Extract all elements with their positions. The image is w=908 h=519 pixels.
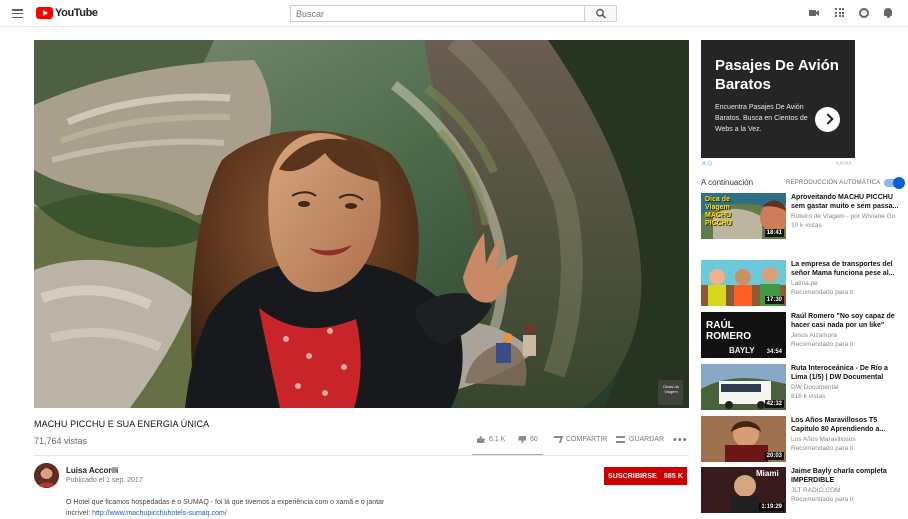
view-count: 71,764 vistas: [34, 436, 88, 446]
subscribe-button[interactable]: SUSCRIBIRSE 585 K: [604, 467, 687, 485]
recommended-meta: Recomendado para ti: [791, 341, 854, 348]
like-button[interactable]: 6.1 K: [477, 436, 505, 443]
duration-badge: 34:54: [764, 348, 784, 356]
recommended-thumbnail[interactable]: 20:03: [701, 416, 786, 462]
search-input[interactable]: [290, 5, 585, 22]
duration-badge: 20:03: [764, 452, 784, 460]
recommended-meta: Recomendado para ti: [791, 445, 854, 452]
autoplay-toggle[interactable]: [884, 177, 905, 189]
recommended-meta: Recomendado para ti: [791, 496, 854, 503]
ad-title: Pasajes De Avión Baratos: [715, 57, 839, 93]
duration-badge: 17:30: [764, 296, 784, 304]
dislike-count: 60: [530, 436, 538, 443]
subscribe-label: SUSCRIBIRSE: [607, 472, 657, 480]
upload-video-icon[interactable]: [809, 8, 819, 18]
thumbnail-caption: Dica de Viagem MACHU PICCHU: [705, 196, 732, 227]
recommended-thumbnail[interactable]: RAÚL ROMERO BAYLY 34:54: [701, 312, 786, 358]
youtube-logo[interactable]: YouTube: [36, 7, 98, 19]
duration-badge: 42:32: [764, 400, 784, 408]
more-options-icon[interactable]: •••: [673, 434, 688, 446]
adchoices-icon[interactable]: ✕⊙: [701, 160, 713, 168]
recommended-channel: DW Documental: [791, 384, 839, 391]
recommended-channel: Jesus Alzamora: [791, 332, 837, 339]
channel-avatar[interactable]: [34, 463, 59, 488]
logo-text: YouTube: [55, 7, 98, 19]
ad-text: Encuentra Pasajes De Avión Baratos. Busc…: [715, 104, 808, 133]
like-count: 6.1 K: [489, 436, 506, 443]
recommended-channel: Los Años Maravillosos: [791, 436, 856, 443]
share-label: COMPARTIR: [566, 436, 608, 443]
recommended-channel: JLT RADIO.COM: [791, 487, 841, 494]
recommended-video-5[interactable]: 20:03 Los Años Maravillosos T5 Capítulo …: [701, 416, 901, 462]
subscriber-count: 585 K: [663, 472, 684, 480]
thumbnail-subcaption: BAYLY: [729, 346, 755, 355]
thumbnail-caption: Miami: [756, 469, 779, 478]
recommended-video-6[interactable]: Miami 1:19:29 Jaime Bayly charla complet…: [701, 467, 901, 513]
recommended-video-3[interactable]: RAÚL ROMERO BAYLY 34:54 Raúl Romero "No …: [701, 312, 901, 358]
search-button[interactable]: [584, 5, 617, 22]
recommended-title[interactable]: Aproveitando MACHU PICCHU sem gastar mui…: [791, 193, 903, 211]
recommended-video-2[interactable]: 17:30 La empresa de transportes del seño…: [701, 260, 901, 306]
thumb-down-icon: [518, 436, 526, 443]
search-icon: [596, 8, 607, 19]
apps-grid-icon[interactable]: [835, 8, 844, 17]
recommended-title[interactable]: Ruta Interoceánica - De Río a Lima (1/5)…: [791, 364, 903, 382]
recommended-channel: Roteiro de Viagem - por Wiviane Go: [791, 213, 896, 220]
verified-icon: [111, 467, 117, 473]
video-info-divider: [34, 455, 689, 456]
ad-next-icon[interactable]: [815, 107, 840, 132]
description-link[interactable]: http://www.machupicchuhotels-sumaq.com/: [92, 510, 227, 517]
top-navigation-bar: YouTube: [0, 0, 908, 27]
youtube-logo-icon: [36, 7, 53, 19]
video-watermark: Dicas da Viagem: [663, 384, 679, 394]
save-label: GUARDAR: [629, 436, 665, 443]
recommended-video-4[interactable]: 42:32 Ruta Interoceánica - De Río a Lima…: [701, 364, 901, 410]
recommended-title[interactable]: La empresa de transportes del señor Mama…: [791, 260, 903, 278]
video-frame-machu-picchu: [34, 40, 689, 408]
video-description: O Hotel que ficamos hospedadas é o SUMAQ…: [66, 497, 386, 519]
messages-icon[interactable]: [859, 8, 869, 18]
recommended-meta: 816 k vistas: [791, 393, 826, 400]
recommended-title[interactable]: Los Años Maravillosos T5 Capítulo 80 Apr…: [791, 416, 903, 434]
recommended-meta: Recomendado para ti: [791, 289, 854, 296]
recommended-video-1[interactable]: Dica de Viagem MACHU PICCHU 18:41 Aprove…: [701, 193, 901, 239]
notifications-icon[interactable]: [883, 8, 893, 18]
recommended-thumbnail[interactable]: 42:32: [701, 364, 786, 410]
recommended-channel: Latina.pe: [791, 280, 818, 287]
dislike-button[interactable]: 60: [518, 436, 538, 443]
menu-icon[interactable]: [12, 9, 23, 19]
share-button[interactable]: COMPARTIR: [551, 436, 608, 443]
duration-badge: 1:19:29: [759, 503, 784, 511]
video-player[interactable]: Dicas da Viagem: [34, 40, 689, 408]
publish-date: Publicado el 1 sep. 2017: [66, 477, 143, 484]
recommended-meta: 10 k vistas: [791, 222, 822, 229]
save-button[interactable]: GUARDAR: [616, 436, 664, 443]
recommended-thumbnail[interactable]: Miami 1:19:29: [701, 467, 786, 513]
recommended-title[interactable]: Jaime Bayly charla completa IMPERDIBLE: [791, 467, 903, 485]
share-icon: [551, 436, 564, 443]
up-next-heading: A continuación: [701, 178, 754, 187]
recommended-title[interactable]: Raúl Romero "No soy capaz de hacer casi …: [791, 312, 903, 330]
autoplay-label: REPRODUCCIÓN AUTOMÁTICA: [786, 180, 881, 186]
sponsored-ad-card[interactable]: Pasajes De Avión Baratos Encuentra Pasaj…: [701, 40, 855, 158]
recommended-thumbnail[interactable]: 17:30: [701, 260, 786, 306]
duration-badge: 18:41: [764, 229, 784, 237]
ad-sponsor: KAYAK: [836, 161, 852, 167]
add-to-playlist-icon: [616, 436, 625, 443]
thumbnail-caption: RAÚL ROMERO: [706, 320, 751, 342]
thumb-up-icon: [477, 436, 485, 443]
recommended-thumbnail[interactable]: Dica de Viagem MACHU PICCHU 18:41: [701, 193, 786, 239]
video-title: MACHU PICCHU E SUA ENERGIA ÚNICA: [34, 419, 210, 429]
